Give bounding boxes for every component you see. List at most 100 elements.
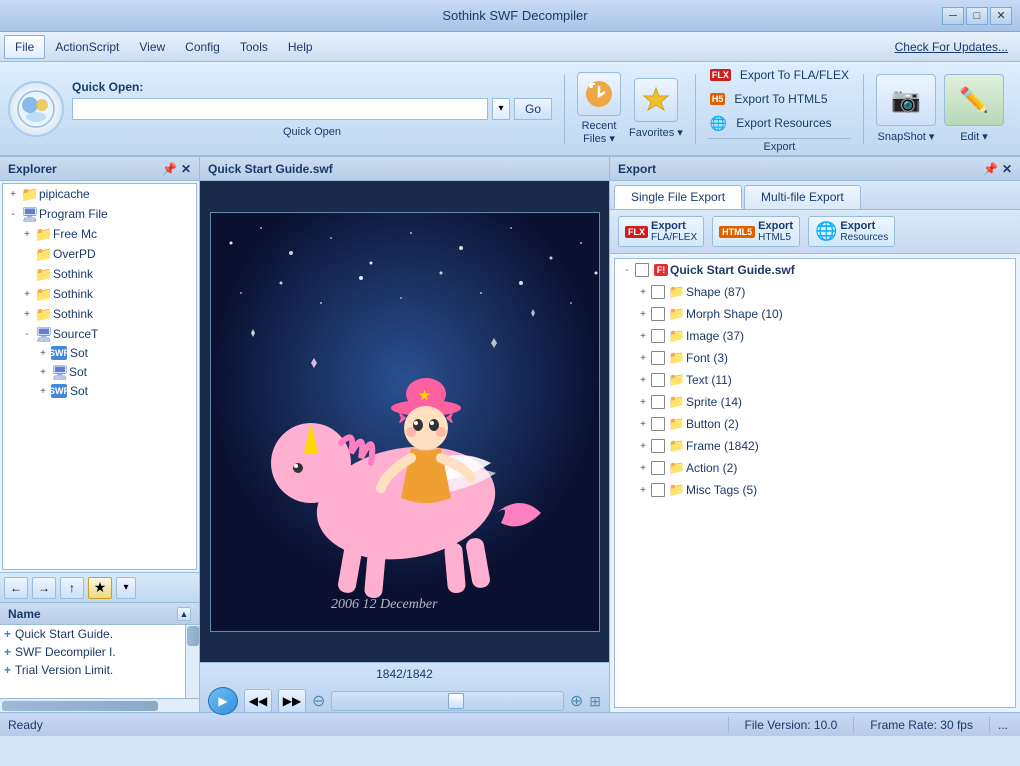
file-item-trial[interactable]: + Trial Version Limit. [0, 661, 199, 679]
expand-sourcet[interactable]: - [19, 326, 35, 342]
menu-item-tools[interactable]: Tools [230, 35, 278, 59]
horiz-scrollbar[interactable] [0, 698, 199, 712]
file-item-quickstart[interactable]: + Quick Start Guide. [0, 625, 199, 643]
exp-expand-shape[interactable]: + [635, 284, 651, 300]
minimize-button[interactable]: ─ [942, 7, 964, 25]
exp-check-shape[interactable] [651, 285, 665, 299]
zoom-out-button[interactable]: ⊖ [312, 691, 325, 711]
exp-html5-button[interactable]: HTML5 Export HTML5 [712, 216, 800, 247]
nav-forward-button[interactable]: → [32, 577, 56, 599]
exp-expand-image[interactable]: + [635, 328, 651, 344]
exp-check-font[interactable] [651, 351, 665, 365]
file-list-scroll-up[interactable]: ▲ [177, 607, 191, 621]
quick-open-dropdown[interactable]: ▾ [492, 98, 510, 120]
export-close-button[interactable]: ✕ [1002, 162, 1012, 176]
tree-item-pipicache[interactable]: + 📁 pipicache [3, 184, 196, 204]
tree-item-overpd[interactable]: 📁 OverPD [3, 244, 196, 264]
exp-expand-button[interactable]: + [635, 416, 651, 432]
exp-tree-action[interactable]: + 📁 Action (2) [615, 457, 1015, 479]
maximize-button[interactable]: □ [966, 7, 988, 25]
quick-open-input[interactable] [72, 98, 488, 120]
exp-tree-font[interactable]: + 📁 Font (3) [615, 347, 1015, 369]
exp-expand-font[interactable]: + [635, 350, 651, 366]
tree-item-sot2[interactable]: + 🖥 Sot [3, 362, 196, 382]
favorites-button[interactable] [634, 78, 678, 122]
export-pin-button[interactable]: 📌 [983, 162, 998, 176]
exp-tree-frame[interactable]: + 📁 Frame (1842) [615, 435, 1015, 457]
nav-dropdown-button[interactable]: ▾ [116, 577, 136, 599]
exp-tree-image[interactable]: + 📁 Image (37) [615, 325, 1015, 347]
exp-check-button[interactable] [651, 417, 665, 431]
exp-expand-action[interactable]: + [635, 460, 651, 476]
exp-tree-sprite[interactable]: + 📁 Sprite (14) [615, 391, 1015, 413]
exp-expand-misc[interactable]: + [635, 482, 651, 498]
exp-check-action[interactable] [651, 461, 665, 475]
exp-check-misc[interactable] [651, 483, 665, 497]
export-resources-button[interactable]: 🌐 Export Resources [708, 112, 851, 134]
exp-tree-misc[interactable]: + 📁 Misc Tags (5) [615, 479, 1015, 501]
expand-sothink3[interactable]: + [19, 306, 35, 322]
pin-button[interactable]: 📌 [162, 162, 177, 176]
nav-up-button[interactable]: ↑ [60, 577, 84, 599]
explorer-close-button[interactable]: ✕ [181, 162, 191, 176]
tree-item-sot3[interactable]: + SWF Sot [3, 382, 196, 400]
expand-programfiles[interactable]: - [5, 206, 21, 222]
check-updates-link[interactable]: Check For Updates... [895, 40, 1016, 54]
file-list-scrollbar[interactable] [185, 625, 199, 698]
exp-tree-shape[interactable]: + 📁 Shape (87) [615, 281, 1015, 303]
tree-item-sothink2[interactable]: + 📁 Sothink [3, 284, 196, 304]
recent-files-button[interactable] [577, 72, 621, 116]
expand-pipicache[interactable]: + [5, 186, 21, 202]
exp-check-image[interactable] [651, 329, 665, 343]
exp-tree-text[interactable]: + 📁 Text (11) [615, 369, 1015, 391]
tab-single-file-export[interactable]: Single File Export [614, 185, 742, 209]
tree-item-sothink1[interactable]: 📁 Sothink [3, 264, 196, 284]
tree-item-freemc[interactable]: + 📁 Free Mc [3, 224, 196, 244]
expand-freemc[interactable]: + [19, 226, 35, 242]
export-html5-button[interactable]: H5 Export To HTML5 [708, 88, 851, 110]
exp-tree-button[interactable]: + 📁 Button (2) [615, 413, 1015, 435]
export-fla-button[interactable]: FLX Export To FLA/FLEX [708, 64, 851, 86]
menu-item-view[interactable]: View [129, 35, 175, 59]
tree-item-sot1[interactable]: + SWF Sot [3, 344, 196, 362]
close-button[interactable]: ✕ [990, 7, 1012, 25]
export-tree[interactable]: - F! Quick Start Guide.swf + 📁 Shape (87… [614, 258, 1016, 708]
exp-check-sprite[interactable] [651, 395, 665, 409]
exp-expand-text[interactable]: + [635, 372, 651, 388]
menu-item-file[interactable]: File [4, 35, 45, 59]
expand-sot2[interactable]: + [35, 364, 51, 380]
snapshot-button[interactable]: 📷 [876, 74, 936, 126]
rewind-button[interactable]: ◀◀ [244, 689, 272, 713]
go-button[interactable]: Go [514, 98, 552, 120]
exp-tree-root[interactable]: - F! Quick Start Guide.swf [615, 259, 1015, 281]
menu-item-config[interactable]: Config [175, 35, 230, 59]
tab-multi-file-export[interactable]: Multi-file Export [744, 185, 861, 209]
exp-expand-morph[interactable]: + [635, 306, 651, 322]
exp-expand-sprite[interactable]: + [635, 394, 651, 410]
tree-item-programfiles[interactable]: - 🖥 Program File [3, 204, 196, 224]
zoom-in-button[interactable]: ⊕ [570, 691, 583, 711]
exp-check-frame[interactable] [651, 439, 665, 453]
tree-item-sourcet[interactable]: - 🖥 SourceT [3, 324, 196, 344]
exp-tree-morph[interactable]: + 📁 Morph Shape (10) [615, 303, 1015, 325]
menu-item-actionscript[interactable]: ActionScript [45, 35, 129, 59]
exp-resources-button[interactable]: 🌐 Export Resources [808, 216, 895, 247]
tree-item-sothink3[interactable]: + 📁 Sothink [3, 304, 196, 324]
nav-back-button[interactable]: ← [4, 577, 28, 599]
seek-bar[interactable] [331, 691, 563, 711]
exp-check-morph[interactable] [651, 307, 665, 321]
file-list-scroll[interactable]: + Quick Start Guide. + SWF Decompiler I.… [0, 625, 199, 698]
resize-button[interactable]: ⊞ [589, 693, 601, 710]
exp-expand-frame[interactable]: + [635, 438, 651, 454]
expand-sothink2[interactable]: + [19, 286, 35, 302]
nav-favorites-button[interactable]: ★ [88, 577, 112, 599]
exp-check-root[interactable] [635, 263, 649, 277]
fastforward-button[interactable]: ▶▶ [278, 689, 306, 713]
exp-check-text[interactable] [651, 373, 665, 387]
file-item-decompiler[interactable]: + SWF Decompiler I. [0, 643, 199, 661]
menu-item-help[interactable]: Help [278, 35, 323, 59]
explorer-tree[interactable]: + 📁 pipicache - 🖥 Program File + 📁 Free … [2, 183, 197, 570]
explorer-tree-scroll[interactable]: + 📁 pipicache - 🖥 Program File + 📁 Free … [3, 184, 196, 569]
exp-expand-root[interactable]: - [619, 262, 635, 278]
edit-button[interactable]: ✏️ [944, 74, 1004, 126]
